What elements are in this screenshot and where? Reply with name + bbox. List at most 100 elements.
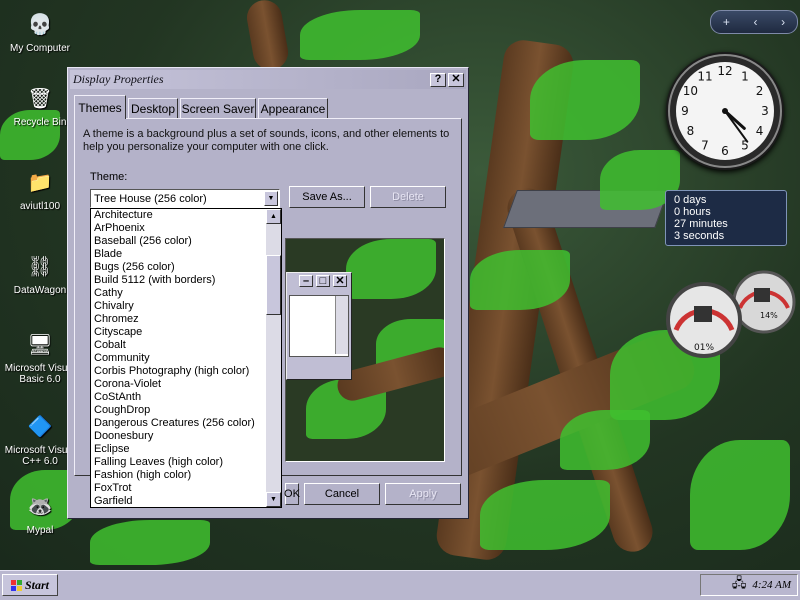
ok-button[interactable]: OK [284, 483, 300, 505]
preview-window-content [289, 295, 349, 357]
theme-option[interactable]: Baseball (256 color) [91, 235, 281, 248]
system-tray: 🖧 4:24 AM [700, 574, 798, 596]
theme-option[interactable]: Community [91, 352, 281, 365]
cancel-button[interactable]: Cancel [304, 483, 380, 505]
theme-option[interactable]: CoughDrop [91, 404, 281, 417]
dropdown-scrollbar[interactable]: ▲ ▼ [266, 209, 281, 507]
theme-select-value: Tree House (256 color) [94, 192, 207, 205]
chevron-down-icon[interactable]: ▼ [264, 191, 278, 206]
theme-option[interactable]: Corona-Violet [91, 378, 281, 391]
gadget-toolbar: + ‹ › [710, 10, 798, 34]
leaf [346, 239, 436, 299]
gadget-next-button[interactable]: › [781, 15, 785, 29]
delete-button[interactable]: Delete [370, 186, 446, 208]
folder-icon: 📁 [27, 171, 53, 194]
preview-mini-window: – □ ✕ [286, 272, 352, 380]
leaf [690, 440, 790, 550]
gadget-prev-button[interactable]: ‹ [754, 15, 758, 29]
theme-option[interactable]: Chivalry [91, 300, 281, 313]
windows-logo-icon [10, 579, 22, 591]
theme-option[interactable]: Cityscape [91, 326, 281, 339]
leaf [300, 10, 420, 60]
clock-gadget[interactable]: 1234567891011 12 [666, 52, 784, 170]
theme-option[interactable]: Fashion (high color) [91, 469, 281, 482]
tree-branch [244, 0, 291, 73]
leaf [90, 520, 210, 565]
apply-button[interactable]: Apply [385, 483, 461, 505]
desktop-icon-my-computer[interactable]: 💀 My Computer [2, 8, 78, 55]
theme-option[interactable]: Build 5112 (with borders) [91, 274, 281, 287]
tab-screen-saver[interactable]: Screen Saver [180, 98, 256, 118]
preview-scrollbar [335, 296, 348, 354]
window-title: Display Properties [73, 72, 164, 86]
uptime-hours: 0 hours [674, 206, 711, 218]
skull-computer-icon: 💀 [27, 13, 53, 36]
clock-pin [722, 108, 728, 114]
desktop-icon-label: My Computer [9, 43, 70, 54]
add-gadget-button[interactable]: + [723, 15, 730, 29]
uptime-minutes: 27 minutes [674, 218, 728, 230]
maximize-icon: □ [316, 275, 330, 287]
clock-numeral: 4 [756, 124, 764, 138]
cpu-meter-gadget: 14% 01% [666, 270, 796, 358]
cpu-percent: 01% [694, 343, 714, 353]
theme-option[interactable]: Architecture [91, 209, 281, 222]
theme-option[interactable]: Corbis Photography (high color) [91, 365, 281, 378]
clock-time[interactable]: 4:24 AM [752, 579, 791, 591]
vb6-icon: 🖥 [27, 333, 53, 356]
theme-option[interactable]: Blade [91, 248, 281, 261]
raccoon-icon: 🦝 [27, 495, 53, 518]
theme-option[interactable]: CoStAnth [91, 391, 281, 404]
recycle-bin-icon: 🗑 [27, 87, 53, 110]
memory-chip-icon [754, 288, 770, 302]
tab-desktop[interactable]: Desktop [128, 98, 178, 118]
theme-dropdown-list[interactable]: Architecture ArPhoenix Baseball (256 color… [90, 208, 282, 508]
cpu-chip-icon [694, 306, 712, 322]
theme-option[interactable]: Garfield [91, 495, 281, 507]
leaf [560, 410, 650, 470]
clock-numeral: 2 [756, 84, 764, 98]
theme-option[interactable]: Doonesbury [91, 430, 281, 443]
theme-option[interactable]: FoxTrot [91, 482, 281, 495]
scroll-down-icon[interactable]: ▼ [266, 492, 281, 507]
uptime-gadget: 0 days 0 hours 27 minutes 3 seconds [665, 190, 787, 246]
save-as-button[interactable]: Save As... [289, 186, 365, 208]
theme-option[interactable]: Cathy [91, 287, 281, 300]
clock-numeral: 1 [741, 69, 749, 83]
start-button[interactable]: Start [2, 574, 58, 596]
close-button[interactable]: ✕ [448, 72, 464, 87]
scroll-thumb[interactable] [266, 255, 281, 315]
clock-numeral: 3 [761, 104, 769, 118]
scroll-up-icon[interactable]: ▲ [266, 209, 281, 224]
clock-numeral: 10 [683, 84, 698, 98]
tab-appearance[interactable]: Appearance [258, 98, 328, 118]
network-icon[interactable]: 🖧 [732, 574, 747, 596]
help-button[interactable]: ? [430, 72, 446, 87]
themes-description: A theme is a background plus a set of so… [83, 128, 450, 153]
theme-option[interactable]: Chromez [91, 313, 281, 326]
title-bar[interactable]: Display Properties ? ✕ [70, 70, 466, 89]
theme-option[interactable]: Eclipse [91, 443, 281, 456]
desktop-icon-label: Recycle Bin [13, 117, 67, 128]
theme-preview: – □ ✕ [285, 238, 445, 462]
theme-option[interactable]: Falling Leaves (high color) [91, 456, 281, 469]
theme-select[interactable]: Tree House (256 color) ▼ [90, 189, 280, 208]
clock-numeral: 11 [697, 69, 712, 83]
clock-numeral: 12 [717, 64, 732, 78]
uptime-seconds: 3 seconds [674, 230, 725, 242]
tab-themes[interactable]: Themes [74, 95, 126, 119]
vcpp-icon: 🔷 [27, 415, 53, 438]
close-icon: ✕ [333, 275, 347, 287]
leaf [530, 60, 640, 140]
leaf [480, 480, 610, 550]
theme-options: Architecture ArPhoenix Baseball (256 color… [91, 209, 281, 507]
theme-option[interactable]: Bugs (256 color) [91, 261, 281, 274]
theme-option[interactable]: ArPhoenix [91, 222, 281, 235]
desktop-icon-label: Microsoft Visual Basic 6.0 [4, 363, 76, 385]
desktop-icon-label: Mypal [26, 525, 54, 536]
leaf [470, 250, 570, 310]
theme-option[interactable]: Cobalt [91, 339, 281, 352]
theme-option[interactable]: Dangerous Creatures (256 color) [91, 417, 281, 430]
desktop-icon-label: Microsoft Visual C++ 6.0 [4, 445, 76, 467]
taskbar: Start 🖧 4:24 AM [0, 570, 800, 600]
